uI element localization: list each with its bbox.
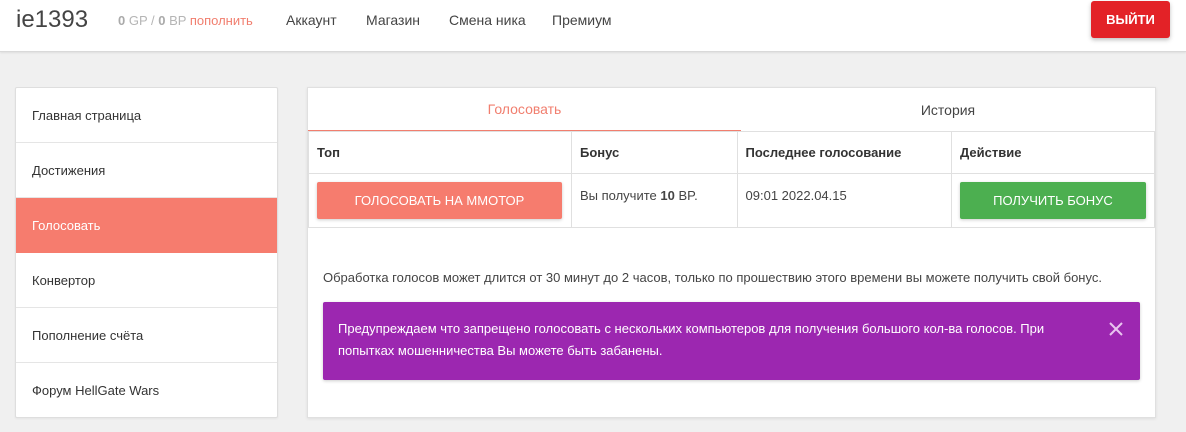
vote-mmotop-button[interactable]: ГОЛОСОВАТЬ НА ММОТОР — [317, 182, 562, 219]
column-header-bonus: Бонус — [570, 131, 738, 174]
username-title: ie1393 — [16, 6, 89, 33]
gp-unit: GP / — [125, 13, 159, 28]
close-icon[interactable] — [1108, 321, 1124, 337]
vote-panel: Голосовать История Топ Бонус Последнее г… — [307, 87, 1156, 418]
sidebar-item-forum[interactable]: Форум HellGate Wars — [16, 363, 277, 418]
cell-action: ПОЛУЧИТЬ БОНУС — [950, 173, 1156, 228]
bonus-suffix: BP. — [674, 188, 698, 203]
sidebar-menu: Главная страница Достижения Голосовать К… — [15, 87, 278, 418]
tab-vote[interactable]: Голосовать — [308, 88, 741, 132]
topup-link[interactable]: пополнить — [190, 13, 253, 28]
vote-table: Топ Бонус Последнее голосование Действие… — [308, 131, 1156, 228]
bonus-prefix: Вы получите — [579, 188, 661, 203]
cell-bonus: Вы получите 10 BP. — [570, 173, 738, 228]
nav-change-nick[interactable]: Смена ника — [449, 12, 526, 28]
bonus-amount: 10 — [660, 188, 675, 203]
column-header-top: Топ — [308, 131, 572, 174]
balance-display: 0 GP / 0 BP пополнить — [118, 13, 253, 28]
column-header-last-vote: Последнее голосование — [736, 131, 952, 174]
sidebar-item-vote[interactable]: Голосовать — [16, 198, 277, 253]
table-row: ГОЛОСОВАТЬ НА ММОТОР Вы получите 10 BP. … — [308, 173, 1156, 228]
vote-info-text: Обработка голосов может длится от 30 мин… — [323, 270, 1102, 285]
sidebar-item-topup[interactable]: Пополнение счёта — [16, 308, 277, 363]
cell-top: ГОЛОСОВАТЬ НА ММОТОР — [308, 173, 572, 228]
warning-alert: Предупреждаем что запрещено голосовать с… — [323, 302, 1140, 380]
nav-account[interactable]: Аккаунт — [286, 12, 337, 28]
sidebar-item-converter[interactable]: Конвертор — [16, 253, 277, 308]
table-header-row: Топ Бонус Последнее голосование Действие — [308, 131, 1156, 174]
bp-unit: BP — [165, 13, 190, 28]
nav-shop[interactable]: Магазин — [366, 12, 420, 28]
tab-history[interactable]: История — [741, 88, 1155, 132]
column-header-action: Действие — [950, 131, 1156, 174]
top-navbar: ie1393 0 GP / 0 BP пополнить Аккаунт Маг… — [0, 0, 1186, 52]
get-bonus-button[interactable]: ПОЛУЧИТЬ БОНУС — [959, 182, 1146, 219]
cell-last-vote: 09:01 2022.04.15 — [736, 173, 952, 228]
nav-premium[interactable]: Премиум — [552, 12, 612, 28]
sidebar-item-achievements[interactable]: Достижения — [16, 143, 277, 198]
alert-text: Предупреждаем что запрещено голосовать с… — [338, 321, 1045, 358]
sidebar-item-home[interactable]: Главная страница — [16, 88, 277, 143]
logout-button[interactable]: ВЫЙТИ — [1091, 1, 1170, 38]
